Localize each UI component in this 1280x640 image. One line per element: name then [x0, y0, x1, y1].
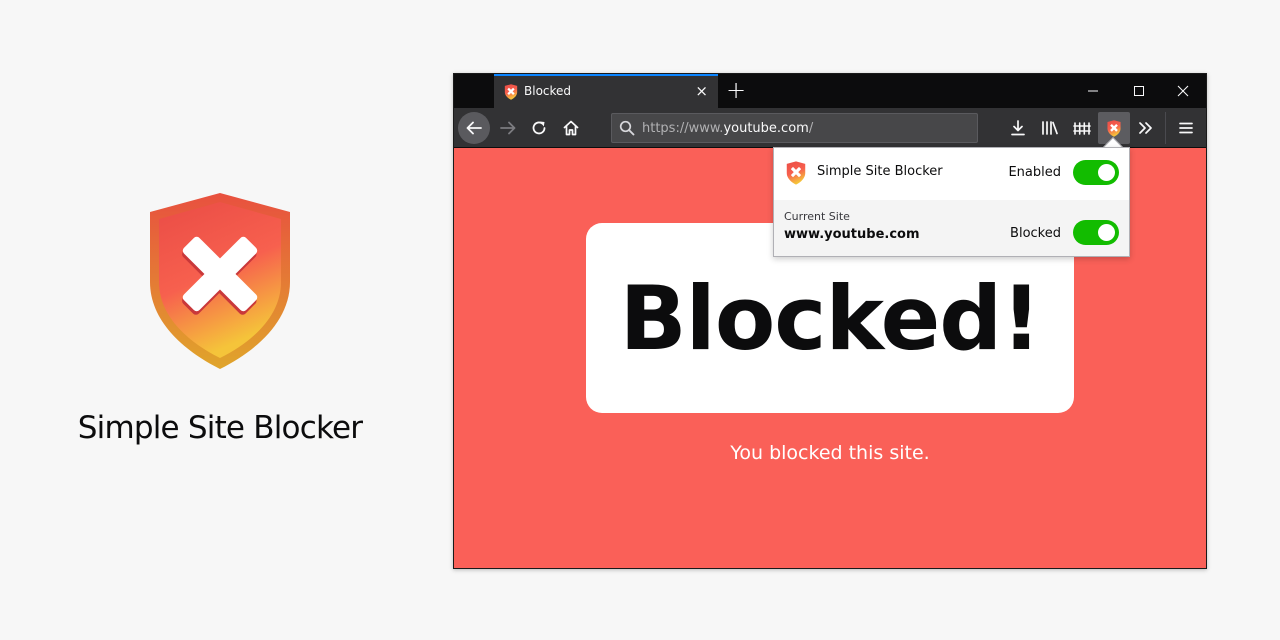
- url-prefix: https://www.: [642, 121, 724, 136]
- download-icon[interactable]: [1002, 112, 1034, 144]
- fence-icon[interactable]: [1066, 112, 1098, 144]
- blocked-toggle[interactable]: [1073, 220, 1119, 245]
- blocked-label: Blocked: [1010, 226, 1061, 241]
- new-tab-button[interactable]: +: [726, 76, 746, 104]
- tab-close-icon[interactable]: ×: [695, 82, 708, 100]
- brand-shield-logo: [146, 190, 294, 372]
- popup-site-row: Current Site www.youtube.com Blocked: [774, 200, 1129, 256]
- toggle-knob: [1098, 164, 1115, 181]
- blocked-subtitle: You blocked this site.: [730, 442, 930, 464]
- window-close-icon[interactable]: [1160, 74, 1206, 108]
- overflow-chevron-icon[interactable]: [1130, 112, 1162, 144]
- enabled-label: Enabled: [1008, 165, 1061, 180]
- shield-logo-icon: [786, 161, 806, 185]
- blocked-heading: Blocked!: [619, 266, 1042, 370]
- back-arrow-icon[interactable]: [458, 112, 490, 144]
- library-icon[interactable]: [1034, 112, 1066, 144]
- current-site-label: Current Site: [784, 210, 850, 223]
- hamburger-icon[interactable]: [1170, 112, 1202, 144]
- enabled-toggle[interactable]: [1073, 160, 1119, 185]
- forward-arrow-icon[interactable]: [492, 112, 524, 144]
- toolbar-separator: [1165, 112, 1166, 144]
- search-icon: [619, 120, 635, 140]
- minimize-icon[interactable]: [1070, 74, 1116, 108]
- popup-extension-name: Simple Site Blocker: [817, 164, 943, 179]
- current-site-value: www.youtube.com: [784, 227, 920, 242]
- url-bar[interactable]: https://www.youtube.com/: [611, 113, 978, 143]
- tab-title: Blocked: [524, 84, 572, 98]
- maximize-icon[interactable]: [1116, 74, 1162, 108]
- home-icon[interactable]: [555, 112, 587, 144]
- nav-toolbar: https://www.youtube.com/: [454, 108, 1206, 148]
- url-text: https://www.youtube.com/: [642, 121, 813, 136]
- reload-icon[interactable]: [523, 112, 555, 144]
- tab-bar: Blocked × +: [454, 74, 1206, 108]
- tab-blocked[interactable]: Blocked ×: [494, 74, 718, 108]
- url-host: youtube.com: [723, 121, 809, 136]
- shield-favicon-icon: [504, 84, 518, 100]
- url-suffix: /: [808, 121, 814, 136]
- toggle-knob: [1098, 224, 1115, 241]
- brand-title: Simple Site Blocker: [77, 410, 363, 446]
- extension-popup: Simple Site Blocker Enabled Current Site…: [773, 147, 1130, 257]
- popup-enabled-row: Simple Site Blocker Enabled: [774, 148, 1129, 200]
